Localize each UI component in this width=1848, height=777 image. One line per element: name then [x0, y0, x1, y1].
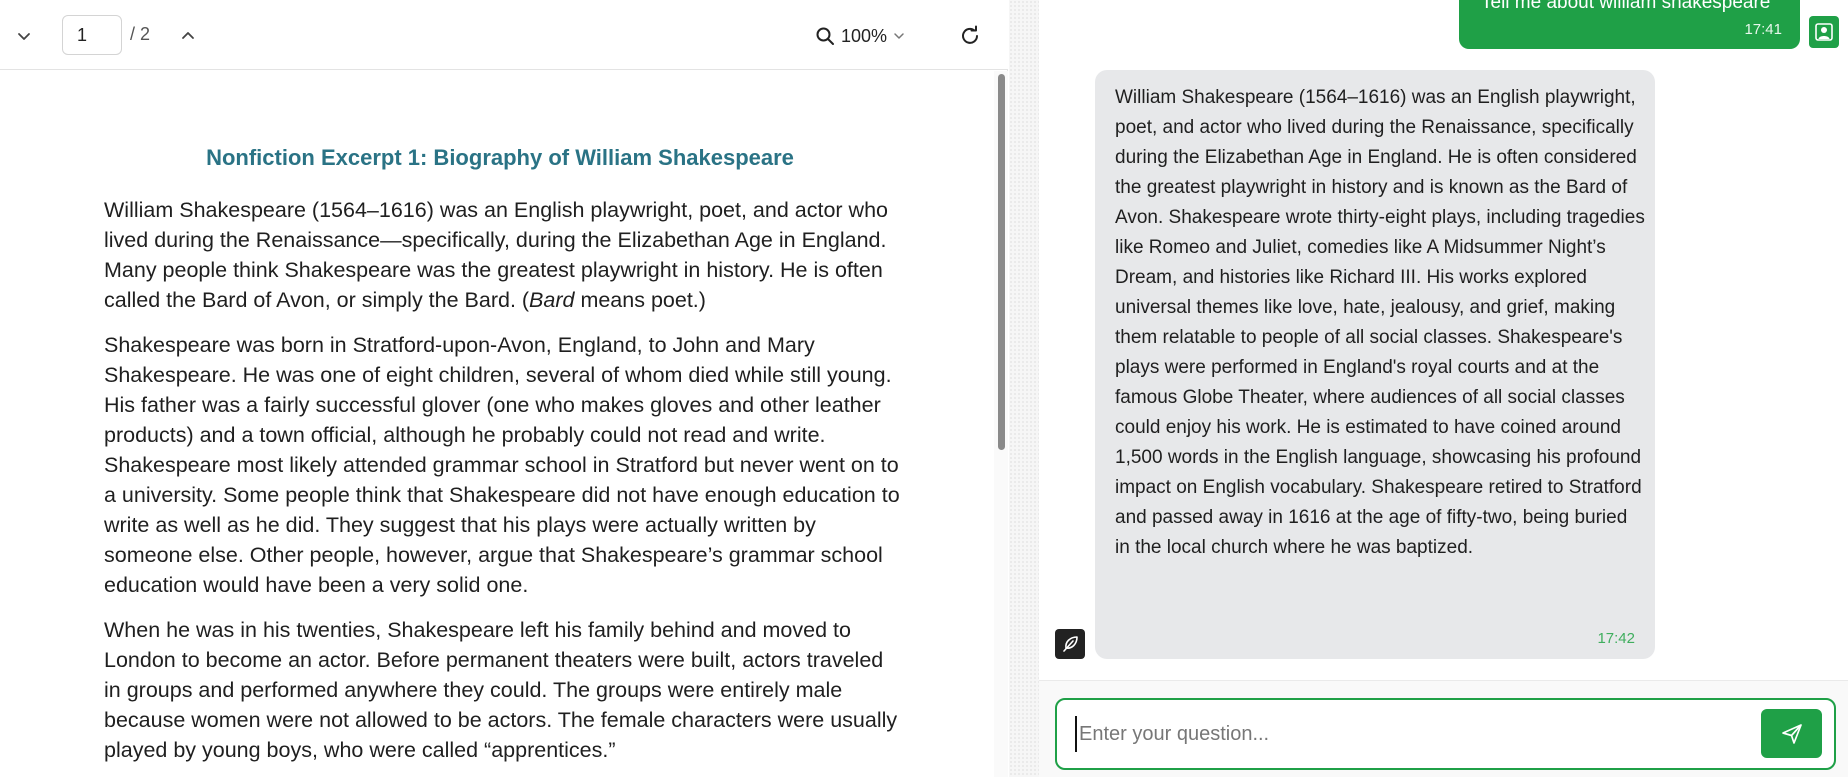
- chevron-down-icon: [18, 33, 30, 40]
- zoom-dropdown[interactable]: 100%: [815, 20, 905, 52]
- page-number-input[interactable]: [62, 15, 122, 55]
- document-paragraph: William Shakespeare (1564–1616) was an E…: [104, 198, 888, 312]
- send-button[interactable]: [1761, 709, 1822, 758]
- pdf-page: Nonfiction Excerpt 1: Biography of Willi…: [0, 71, 995, 777]
- user-icon: [1815, 23, 1833, 41]
- pdf-viewer: / 2 100% Nonfiction Excerpt 1: Biography: [0, 0, 1008, 777]
- panel-divider[interactable]: [1009, 0, 1039, 777]
- scrollbar-thumb[interactable]: [998, 74, 1005, 450]
- assistant-message-time: 17:42: [1597, 630, 1635, 647]
- prev-page-button[interactable]: [8, 20, 40, 52]
- assistant-message-text: William Shakespeare (1564–1616) was an E…: [1115, 87, 1645, 558]
- document-paragraph: Shakespeare was born in Stratford-upon-A…: [104, 333, 900, 597]
- assistant-avatar: [1055, 629, 1085, 659]
- search-icon: [816, 27, 834, 45]
- chevron-up-icon: [182, 32, 194, 39]
- refresh-button[interactable]: [952, 18, 988, 54]
- user-message: Tell me about william shakespeare 17:41: [1459, 0, 1800, 49]
- chat-input-area: [1039, 680, 1848, 777]
- next-page-button[interactable]: [172, 20, 204, 52]
- page-total: / 2: [130, 24, 151, 44]
- user-avatar: [1809, 16, 1839, 48]
- user-message-text: Tell me about william shakespeare: [1481, 0, 1771, 13]
- question-input[interactable]: [1075, 716, 1735, 752]
- document-title: Nonfiction Excerpt 1: Biography of Willi…: [206, 145, 794, 170]
- document-paragraph: When he was in his twenties, Shakespeare…: [104, 618, 898, 762]
- send-icon: [1781, 723, 1802, 744]
- assistant-message: William Shakespeare (1564–1616) was an E…: [1095, 70, 1655, 659]
- pdf-toolbar: / 2 100%: [0, 0, 1008, 70]
- chevron-down-icon: [894, 33, 904, 39]
- document-body: William Shakespeare (1564–1616) was an E…: [104, 195, 904, 777]
- chat-input-box: [1055, 698, 1836, 770]
- refresh-icon: [962, 25, 978, 44]
- zoom-level: 100%: [841, 25, 888, 46]
- user-message-time: 17:41: [1744, 21, 1782, 38]
- feather-icon: [1063, 636, 1078, 652]
- chat-panel: Tell me about william shakespeare 17:41 …: [1039, 0, 1848, 777]
